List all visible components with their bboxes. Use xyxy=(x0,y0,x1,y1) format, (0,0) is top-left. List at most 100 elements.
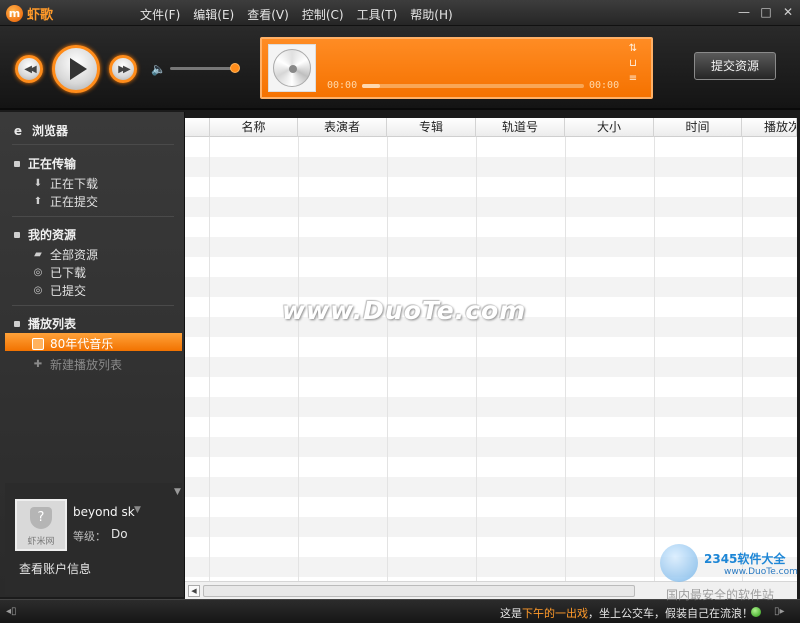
table-row[interactable] xyxy=(185,177,797,197)
section-transfer[interactable]: 正在传输 xyxy=(14,155,76,172)
table-row[interactable] xyxy=(185,417,797,437)
column-divider xyxy=(387,137,388,581)
menu-help[interactable]: 帮助(H) xyxy=(410,6,452,23)
progress-bar[interactable] xyxy=(362,84,584,88)
sidebar-item-downloaded[interactable]: ◎ 已下载 xyxy=(32,264,86,281)
table-row[interactable] xyxy=(185,157,797,177)
sidebar-item-label: 已提交 xyxy=(50,284,87,298)
column-header-track[interactable]: 轨道号 xyxy=(476,118,565,137)
chevron-down-icon[interactable]: ▼ xyxy=(134,505,141,515)
sidebar-item-playlist-80s[interactable]: 80年代音乐 xyxy=(32,335,113,352)
upload-arrow-icon: ⬆ xyxy=(33,196,43,207)
status-left-icon[interactable]: ◂▯ xyxy=(6,606,17,617)
level-label: 等级： xyxy=(73,530,106,543)
maximize-icon[interactable]: □ xyxy=(760,5,772,19)
table-row[interactable] xyxy=(185,237,797,257)
submit-resource-button[interactable]: 提交资源 xyxy=(694,52,776,80)
status-link[interactable]: 下午的一出戏 xyxy=(522,607,588,620)
table-row[interactable] xyxy=(185,437,797,457)
table-row[interactable] xyxy=(185,277,797,297)
close-icon[interactable]: ✕ xyxy=(782,5,794,19)
table-row[interactable] xyxy=(185,337,797,357)
column-header-time[interactable]: 时间 xyxy=(654,118,742,137)
folder-icon: ▰ xyxy=(34,249,42,260)
avatar-label: 虾米网 xyxy=(27,537,55,547)
sidebar-item-label: 浏览器 xyxy=(32,124,69,138)
cd-icon xyxy=(273,49,311,87)
sidebar-item-submitted[interactable]: ◎ 已提交 xyxy=(32,282,86,299)
table-row[interactable] xyxy=(185,397,797,417)
sidebar-item-downloading[interactable]: ⬇ 正在下载 xyxy=(32,175,98,192)
menu-edit[interactable]: 编辑(E) xyxy=(193,6,234,23)
section-playlist[interactable]: 播放列表 xyxy=(14,315,76,332)
volume-knob[interactable] xyxy=(230,63,240,73)
table-row[interactable] xyxy=(185,197,797,217)
table-row[interactable] xyxy=(185,377,797,397)
table-row[interactable] xyxy=(185,137,797,157)
equalizer-icon[interactable]: ≡ xyxy=(629,74,637,84)
menu-control[interactable]: 控制(C) xyxy=(302,6,344,23)
table-row[interactable] xyxy=(185,217,797,237)
column-header-index[interactable] xyxy=(185,118,210,137)
divider xyxy=(12,216,174,217)
playlist-icon xyxy=(32,337,44,350)
collapse-icon xyxy=(14,160,20,167)
sidebar-item-label: 正在提交 xyxy=(50,195,99,209)
sidebar-item-label: 已下载 xyxy=(50,266,87,280)
app-logo: m 虾歌 xyxy=(6,4,53,23)
table-row[interactable] xyxy=(185,497,797,517)
sidebar-item-browser[interactable]: e 浏览器 xyxy=(12,122,68,139)
menu-tools[interactable]: 工具(T) xyxy=(357,6,398,23)
status-prefix: 这是 xyxy=(500,607,522,620)
sidebar-item-label: 全部资源 xyxy=(50,248,99,262)
table-row[interactable] xyxy=(185,477,797,497)
table-row[interactable] xyxy=(185,457,797,477)
time-total: 00:00 xyxy=(589,80,620,91)
column-header-size[interactable]: 大小 xyxy=(565,118,654,137)
status-message: 这是下午的一出戏，坐上公交车，假装自己在流浪！ xyxy=(500,605,753,621)
scrollbar-thumb[interactable] xyxy=(203,585,635,597)
next-button[interactable]: ▶▶ xyxy=(109,55,137,83)
column-divider xyxy=(209,137,210,581)
scroll-left-icon[interactable]: ◀ xyxy=(188,585,200,597)
new-playlist-button[interactable]: ✚ 新建播放列表 xyxy=(32,356,122,373)
volume-icon[interactable]: 🔈 xyxy=(151,62,166,76)
column-header-name[interactable]: 名称 xyxy=(210,118,298,137)
table-row[interactable] xyxy=(185,517,797,537)
now-playing-display: 00:00 00:00 ⇅ ⊔ ≡ xyxy=(260,37,653,99)
sidebar-item-all-resources[interactable]: ▰ 全部资源 xyxy=(32,246,98,263)
table-header: 名称 表演者 专辑 轨道号 大小 时间 播放次 xyxy=(185,118,797,137)
column-header-album[interactable]: 专辑 xyxy=(387,118,476,137)
avatar[interactable]: ? 虾米网 xyxy=(15,499,67,551)
divider xyxy=(12,305,174,306)
divider xyxy=(12,144,174,145)
column-divider xyxy=(298,137,299,581)
table-row[interactable] xyxy=(185,257,797,277)
repeat-icon[interactable]: ⊔ xyxy=(629,59,637,69)
time-elapsed: 00:00 xyxy=(327,80,358,91)
table-row[interactable] xyxy=(185,357,797,377)
track-table: 名称 表演者 专辑 轨道号 大小 时间 播放次 ◀ xyxy=(185,118,797,599)
section-title: 正在传输 xyxy=(28,157,77,171)
column-header-plays[interactable]: 播放次 xyxy=(742,118,797,137)
menu-file[interactable]: 文件(F) xyxy=(140,6,180,23)
menu-view[interactable]: 查看(V) xyxy=(247,6,289,23)
fast-forward-icon: ▶▶ xyxy=(118,63,131,75)
collapse-icon xyxy=(14,231,20,238)
logo-icon: m xyxy=(6,5,23,22)
view-account-link[interactable]: 查看账户信息 xyxy=(19,560,91,577)
lyrics-icon[interactable]: ⇅ xyxy=(629,44,637,54)
volume-slider[interactable] xyxy=(170,67,238,70)
minimize-icon[interactable]: — xyxy=(738,5,750,19)
table-body xyxy=(185,137,797,581)
section-resources[interactable]: 我的资源 xyxy=(14,226,76,243)
column-header-artist[interactable]: 表演者 xyxy=(298,118,387,137)
play-button[interactable] xyxy=(52,45,100,93)
chevron-down-icon[interactable]: ▼ xyxy=(174,487,181,497)
status-right-icon[interactable]: ▯▸ xyxy=(774,606,785,617)
title-bar: m 虾歌 文件(F) 编辑(E) 查看(V) 控制(C) 工具(T) 帮助(H)… xyxy=(0,0,800,26)
watermark-url: www.DuoTe.com xyxy=(724,567,798,577)
column-divider xyxy=(742,137,743,581)
previous-button[interactable]: ◀◀ xyxy=(15,55,43,83)
sidebar-item-uploading[interactable]: ⬆ 正在提交 xyxy=(32,193,98,210)
